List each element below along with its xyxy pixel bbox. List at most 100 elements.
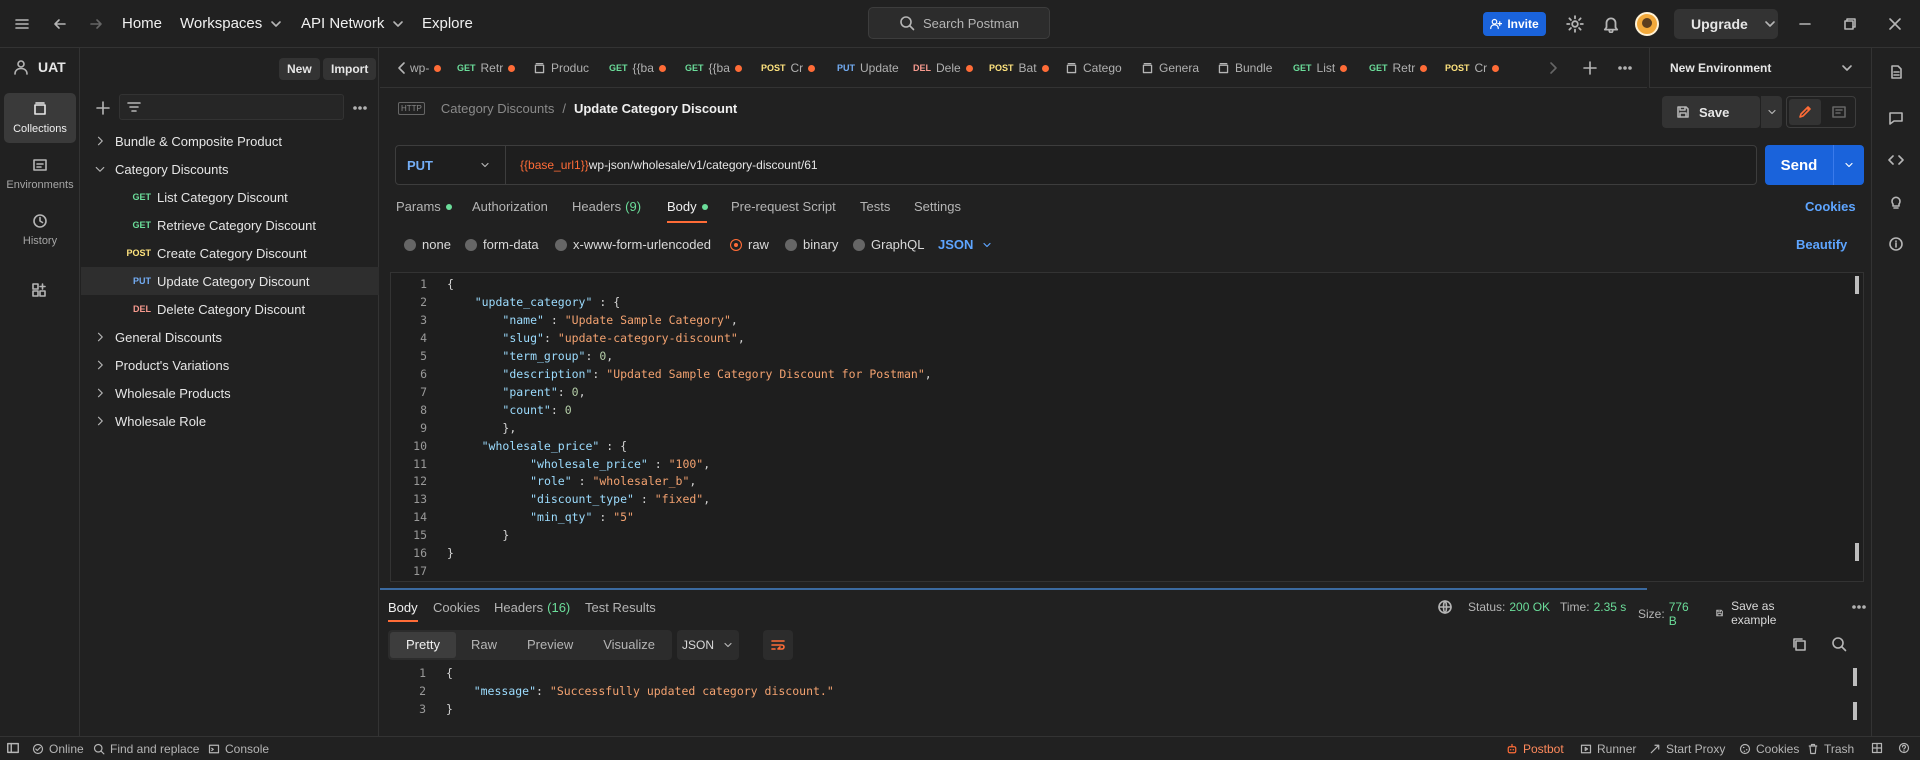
import-button[interactable]: Import <box>323 58 377 80</box>
tree-request[interactable]: GET List Category Discount <box>81 183 379 211</box>
scrollbar-bottom-marker[interactable] <box>1853 702 1857 720</box>
tree-folder[interactable]: Wholesale Role <box>81 407 379 435</box>
tab-item[interactable]: GET {{ba <box>609 48 685 87</box>
tab-pre-request-script[interactable]: Pre-request Script <box>731 199 836 214</box>
scrollbar-bottom-marker[interactable] <box>1855 543 1859 561</box>
request-body-editor[interactable]: 1 {2 "update_category" : {3 "name" : "Upd… <box>390 272 1864 582</box>
rail-environments[interactable]: Environments <box>4 149 76 199</box>
upgrade-button[interactable]: Upgrade <box>1674 9 1778 39</box>
view-pretty[interactable]: Pretty <box>390 632 456 658</box>
runner-button[interactable]: Runner <box>1580 742 1636 756</box>
radio-none[interactable]: none <box>404 237 451 252</box>
breadcrumb-parent[interactable]: Category Discounts <box>441 101 554 116</box>
response-time[interactable]: Time: 2.35 s <box>1560 600 1626 614</box>
menu-icon[interactable] <box>14 16 30 32</box>
tree-request-selected[interactable]: PUT Update Category Discount <box>81 267 379 295</box>
cookies-link[interactable]: Cookies <box>1805 199 1856 214</box>
nav-explore[interactable]: Explore <box>422 15 473 32</box>
response-size[interactable]: Size: 776 B <box>1638 600 1689 628</box>
tree-folder[interactable]: Product's Variations <box>81 351 379 379</box>
lightbulb-icon[interactable] <box>1888 194 1904 210</box>
body-format-dropdown[interactable]: JSON <box>938 237 993 252</box>
chevron-down-icon[interactable] <box>1762 16 1778 32</box>
radio-form-data[interactable]: form-data <box>465 237 539 252</box>
tree-request[interactable]: GET Retrieve Category Discount <box>81 211 379 239</box>
tab-options-icon[interactable] <box>1617 60 1633 76</box>
method-dropdown[interactable]: PUT <box>396 146 506 184</box>
radio-binary[interactable]: binary <box>785 237 838 252</box>
add-collection-icon[interactable] <box>95 100 111 116</box>
view-raw[interactable]: Raw <box>456 632 512 658</box>
comments-icon[interactable] <box>1888 110 1904 126</box>
toggle-sidebar-icon[interactable] <box>6 741 20 755</box>
tab-headers[interactable]: Headers (9) <box>572 199 641 214</box>
tab-item[interactable]: Bundle <box>1217 48 1293 87</box>
code-icon[interactable] <box>1888 152 1904 168</box>
tab-item[interactable]: GET Retr <box>457 48 533 87</box>
environment-selector[interactable]: New Environment <box>1649 48 1871 88</box>
send-button[interactable]: Send <box>1765 145 1864 185</box>
tab-params[interactable]: Params <box>396 199 452 214</box>
documentation-icon[interactable] <box>1823 99 1855 125</box>
copy-icon[interactable] <box>1791 636 1807 652</box>
tab-item[interactable]: POST Bat <box>989 48 1065 87</box>
response-body[interactable]: 1 {2 "message": "Successfully updated cat… <box>390 666 1840 720</box>
postbot-button[interactable]: Postbot <box>1506 742 1564 756</box>
tab-item[interactable]: Genera <box>1141 48 1217 87</box>
response-tab-body[interactable]: Body <box>388 600 418 615</box>
tab-authorization[interactable]: Authorization <box>472 199 548 214</box>
tab-item[interactable]: Produc <box>533 48 609 87</box>
response-tab-headers[interactable]: Headers (16) <box>494 600 570 615</box>
tab-tests[interactable]: Tests <box>860 199 890 214</box>
tab-item[interactable]: DEL Dele <box>913 48 989 87</box>
tree-request[interactable]: DEL Delete Category Discount <box>81 295 379 323</box>
rail-history[interactable]: History <box>4 205 76 255</box>
notifications-bell-icon[interactable] <box>1602 15 1620 33</box>
add-apps-icon[interactable] <box>31 282 47 298</box>
avatar[interactable] <box>1635 12 1659 36</box>
tab-item[interactable]: POST Cr <box>761 48 837 87</box>
nav-api-network[interactable]: API Network <box>301 15 406 32</box>
response-tab-cookies[interactable]: Cookies <box>433 600 480 615</box>
radio-raw[interactable]: raw <box>730 237 769 252</box>
tree-folder[interactable]: Category Discounts <box>81 155 379 183</box>
documentation-icon[interactable] <box>1888 64 1904 80</box>
tab-body[interactable]: Body <box>667 199 708 214</box>
network-globe-icon[interactable] <box>1437 599 1453 615</box>
tab-settings[interactable]: Settings <box>914 199 961 214</box>
more-options-icon[interactable] <box>352 100 368 116</box>
radio-urlencoded[interactable]: x-www-form-urlencoded <box>555 237 711 252</box>
tree-folder[interactable]: Wholesale Products <box>81 379 379 407</box>
invite-button[interactable]: Invite <box>1483 12 1546 36</box>
close-icon[interactable] <box>1887 16 1903 32</box>
info-icon[interactable] <box>1888 236 1904 252</box>
view-preview[interactable]: Preview <box>512 632 588 658</box>
scrollbar-top-marker[interactable] <box>1855 276 1859 294</box>
wrap-lines-icon[interactable] <box>763 630 793 660</box>
beautify-link[interactable]: Beautify <box>1796 237 1847 252</box>
rail-collections[interactable]: Collections <box>4 93 76 143</box>
tab-item[interactable]: Catego <box>1065 48 1141 87</box>
save-options-button[interactable] <box>1760 96 1782 128</box>
online-status[interactable]: Online <box>32 742 84 756</box>
response-tab-test-results[interactable]: Test Results <box>585 600 656 615</box>
edit-pencil-icon[interactable] <box>1789 99 1821 125</box>
cookies-button[interactable]: Cookies <box>1739 742 1799 756</box>
tab-item[interactable]: GET Retr <box>1369 48 1445 87</box>
new-button[interactable]: New <box>279 58 320 80</box>
response-status[interactable]: Status: 200 OK <box>1468 600 1550 614</box>
save-button[interactable]: Save <box>1662 96 1782 128</box>
tree-folder[interactable]: General Discounts <box>81 323 379 351</box>
response-format-dropdown[interactable]: JSON <box>677 630 739 660</box>
search-box[interactable]: Search Postman <box>868 7 1050 39</box>
layout-icon[interactable] <box>1871 742 1883 754</box>
tree-folder[interactable]: Bundle & Composite Product <box>81 127 379 155</box>
minimize-icon[interactable] <box>1797 16 1813 32</box>
settings-gear-icon[interactable] <box>1566 15 1584 33</box>
view-visualize[interactable]: Visualize <box>588 632 670 658</box>
help-icon[interactable] <box>1898 742 1910 754</box>
request-title[interactable]: Update Category Discount <box>574 101 737 116</box>
radio-graphql[interactable]: GraphQL <box>853 237 924 252</box>
filter-input[interactable] <box>119 94 344 120</box>
forward-arrow-icon[interactable] <box>88 16 104 32</box>
